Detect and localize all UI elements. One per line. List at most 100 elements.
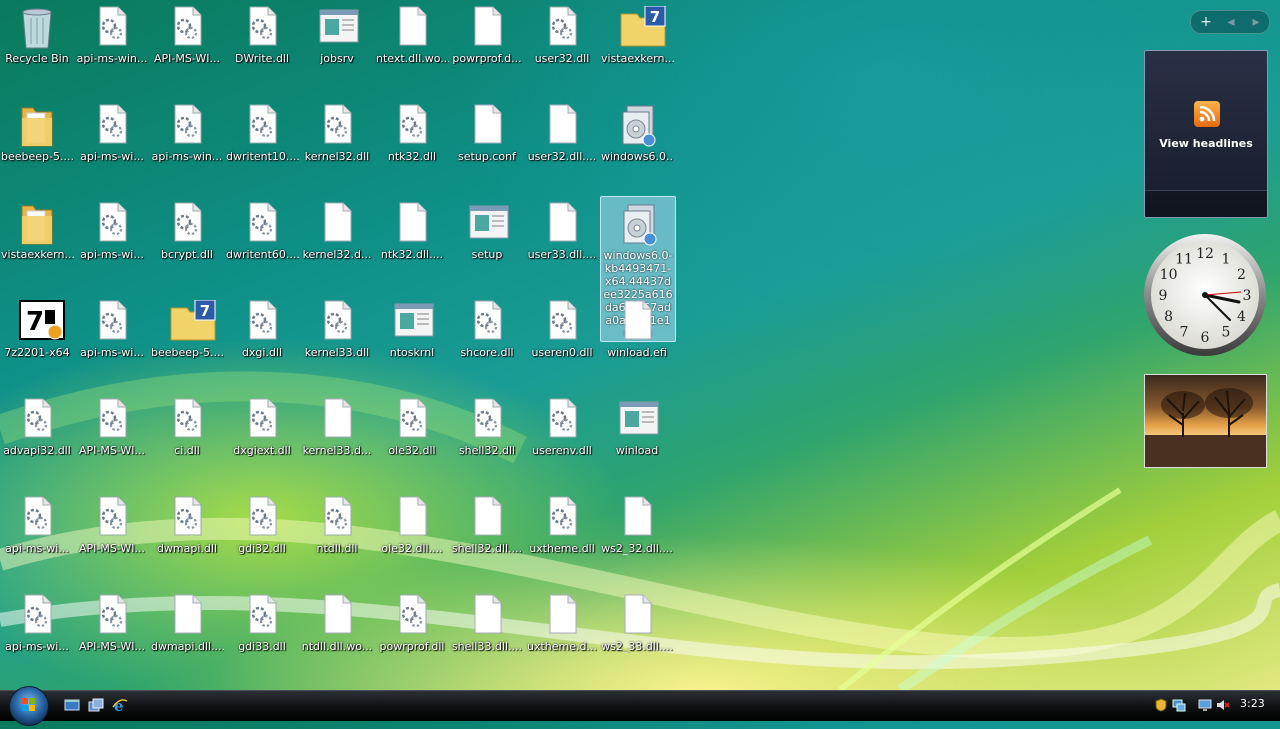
desktop-icon-uxtheme-dll[interactable]: uxtheme.dll (525, 490, 599, 586)
desktop-icon-api-ms-wi[interactable]: API-MS-WI... (75, 392, 149, 488)
desktop-icon-user32-dll[interactable]: user32.dll.... (525, 98, 599, 194)
desktop-icon-dwritent60[interactable]: dwritent60.... (225, 196, 299, 292)
desktop-icon-dwmapi-dll[interactable]: dwmapi.dll.... (150, 588, 224, 684)
desktop-icon-vistaexkern[interactable]: vistaexkern... (0, 196, 74, 292)
desktop-icon-user32-dll[interactable]: user32.dll (525, 0, 599, 96)
feed-headlines-gadget[interactable]: View headlines (1144, 50, 1268, 218)
desktop-icon-label: ntk32.dll.... (380, 248, 444, 261)
start-button[interactable] (9, 686, 49, 726)
desktop-icon-ntk32-dll[interactable]: ntk32.dll.... (375, 196, 449, 292)
desktop-icon-ws2-32-dll[interactable]: ws2_32.dll.... (600, 490, 674, 586)
clock-gadget[interactable]: 12 1 2 3 4 5 6 7 8 9 10 11 (1142, 232, 1268, 358)
desktop-icon-api-ms-wi[interactable]: api-ms-wi... (75, 294, 149, 390)
desktop[interactable]: Recycle Bin api-ms-win... API-MS-WI... DWri… (0, 0, 1130, 690)
desktop-icon-kernel32-d[interactable]: kernel32.d... (300, 196, 374, 292)
shield-icon[interactable] (1154, 697, 1168, 712)
desktop-icon-ntext-dll-wo[interactable]: ntext.dll.wo... (375, 0, 449, 96)
desktop-icon-label: vistaexkern... (601, 52, 674, 65)
desktop-icon-label: shell32.dll (458, 444, 516, 457)
desktop-icon-kernel33-dll[interactable]: kernel33.dll (300, 294, 374, 390)
desktop-icon-ci-dll[interactable]: ci.dll (150, 392, 224, 488)
desktop-icon-label: bcrypt.dll (161, 248, 213, 261)
desktop-icon-dxgiext-dll[interactable]: dxgiext.dll (225, 392, 299, 488)
desktop-icon-7z2201-x64[interactable]: 7 7z2201-x64 (0, 294, 74, 390)
internet-explorer-icon[interactable]: e (112, 697, 128, 715)
add-gadget-button[interactable]: + (1193, 11, 1219, 33)
slideshow-gadget[interactable] (1144, 374, 1267, 468)
desktop-icon-ole32-dll[interactable]: ole32.dll (375, 392, 449, 488)
desktop-icon-api-ms-wi[interactable]: API-MS-WI... (75, 588, 149, 684)
taskbar (0, 690, 1280, 721)
view-headlines-link[interactable]: View headlines (1145, 137, 1267, 150)
desktop-icon-dwritent10[interactable]: dwritent10.... (225, 98, 299, 194)
desktop-icon-bcrypt-dll[interactable]: bcrypt.dll (150, 196, 224, 292)
desktop-icon-ntk32-dll[interactable]: ntk32.dll (375, 98, 449, 194)
svg-text:7: 7 (200, 302, 210, 320)
desktop-icon-beebeep-5[interactable]: 7 beebeep-5.... (150, 294, 224, 390)
desktop-icon-label: api-ms-win... (76, 52, 148, 65)
network-icon[interactable] (1172, 697, 1186, 712)
desktop-icon-label: winload (615, 444, 659, 457)
desktop-icon-gdi33-dll[interactable]: gdi33.dll (225, 588, 299, 684)
show-desktop-icon[interactable] (64, 697, 80, 713)
desktop-icon-api-ms-win[interactable]: api-ms-win... (75, 0, 149, 96)
desktop-icon-ole32-dll[interactable]: ole32.dll.... (375, 490, 449, 586)
desktop-icon-userenv-dll[interactable]: userenv.dll (525, 392, 599, 488)
clock-numeral: 3 (1243, 288, 1252, 304)
desktop-icon-label: ole32.dll.... (381, 542, 443, 555)
desktop-icon-user33-dll[interactable]: user33.dll.... (525, 196, 599, 292)
desktop-icon-dwmapi-dll[interactable]: dwmapi.dll (150, 490, 224, 586)
desktop-icon-winload[interactable]: winload (600, 392, 674, 488)
desktop-icon-api-ms-wi[interactable]: api-ms-wi... (0, 490, 74, 586)
desktop-icon-beebeep-5[interactable]: beebeep-5.... (0, 98, 74, 194)
desktop-icon-label: 7z2201-x64 (4, 346, 70, 359)
file-file-icon (544, 104, 580, 144)
desktop-icon-powrprof-dll[interactable]: powrprof.dll (375, 588, 449, 684)
installer-file-icon (619, 104, 656, 147)
desktop-icon-shcore-dll[interactable]: shcore.dll (450, 294, 524, 390)
dll-file-icon (244, 104, 280, 144)
desktop-icon-api-ms-wi[interactable]: api-ms-wi... (0, 588, 74, 684)
desktop-icon-recycle-bin[interactable]: Recycle Bin (0, 0, 74, 96)
desktop-icon-setup[interactable]: setup (450, 196, 524, 292)
dll-file-icon (94, 6, 130, 46)
desktop-icon-dxgi-dll[interactable]: dxgi.dll (225, 294, 299, 390)
dll-file-icon (94, 300, 130, 340)
clock-time[interactable]: 3:23 (1240, 697, 1265, 710)
desktop-icon-vistaexkern[interactable]: 7 vistaexkern... (600, 0, 674, 96)
desktop-icon-setup-conf[interactable]: setup.conf (450, 98, 524, 194)
desktop-icon-label: shell33.dll.... (451, 640, 523, 653)
desktop-icon-gdi32-dll[interactable]: gdi32.dll (225, 490, 299, 586)
next-gadgets-button[interactable]: ▸ (1243, 11, 1269, 33)
desktop-icon-kernel33-d[interactable]: kernel33.d... (300, 392, 374, 488)
desktop-icon-kernel32-dll[interactable]: kernel32.dll (300, 98, 374, 194)
desktop-icon-label: beebeep-5.... (1, 150, 74, 163)
desktop-icon-ntdll-dll[interactable]: ntdll.dll (300, 490, 374, 586)
desktop-icon-advapi32-dll[interactable]: advapi32.dll (0, 392, 74, 488)
file-file-icon (319, 398, 355, 438)
volume-muted-icon[interactable] (1216, 697, 1230, 711)
desktop-icon-shell33-dll[interactable]: shell33.dll.... (450, 588, 524, 684)
dll-file-icon (469, 398, 505, 438)
desktop-icon-shell32-dll[interactable]: shell32.dll (450, 392, 524, 488)
desktop-icon-api-ms-wi[interactable]: API-MS-WI... (75, 490, 149, 586)
desktop-icon-ntoskrnl[interactable]: ntoskrnl (375, 294, 449, 390)
desktop-icon-powrprof-d[interactable]: powrprof.d... (450, 0, 524, 96)
desktop-icon-api-ms-wi[interactable]: API-MS-WI... (150, 0, 224, 96)
desktop-icon-uxtheme-d[interactable]: uxtheme.d... (525, 588, 599, 684)
desktop-icon-label: API-MS-WI... (154, 52, 220, 65)
switch-windows-icon[interactable] (88, 697, 104, 713)
desktop-icon-jobsrv[interactable]: jobsrv (300, 0, 374, 96)
desktop-icon-ntdll-dll-wo[interactable]: ntdll.dll.wo... (300, 588, 374, 684)
desktop-icon-shell32-dll[interactable]: shell32.dll.... (450, 490, 524, 586)
desktop-icon-api-ms-win[interactable]: api-ms-win... (150, 98, 224, 194)
desktop-icon-ws2-33-dll[interactable]: ws2_33.dll.... (600, 588, 674, 684)
desktop-icon-windows6-0[interactable]: windows6.0.... (600, 98, 674, 194)
previous-gadgets-button[interactable]: ◂ (1218, 11, 1244, 33)
desktop-icon-useren0-dll[interactable]: useren0.dll (525, 294, 599, 390)
desktop-icon-dwrite-dll[interactable]: DWrite.dll (225, 0, 299, 96)
desktop-icon-winload-efi[interactable]: winload.efi (600, 294, 674, 390)
display-icon[interactable] (1198, 697, 1212, 711)
desktop-icon-api-ms-wi[interactable]: api-ms-wi... (75, 98, 149, 194)
desktop-icon-api-ms-wi[interactable]: api-ms-wi... (75, 196, 149, 292)
